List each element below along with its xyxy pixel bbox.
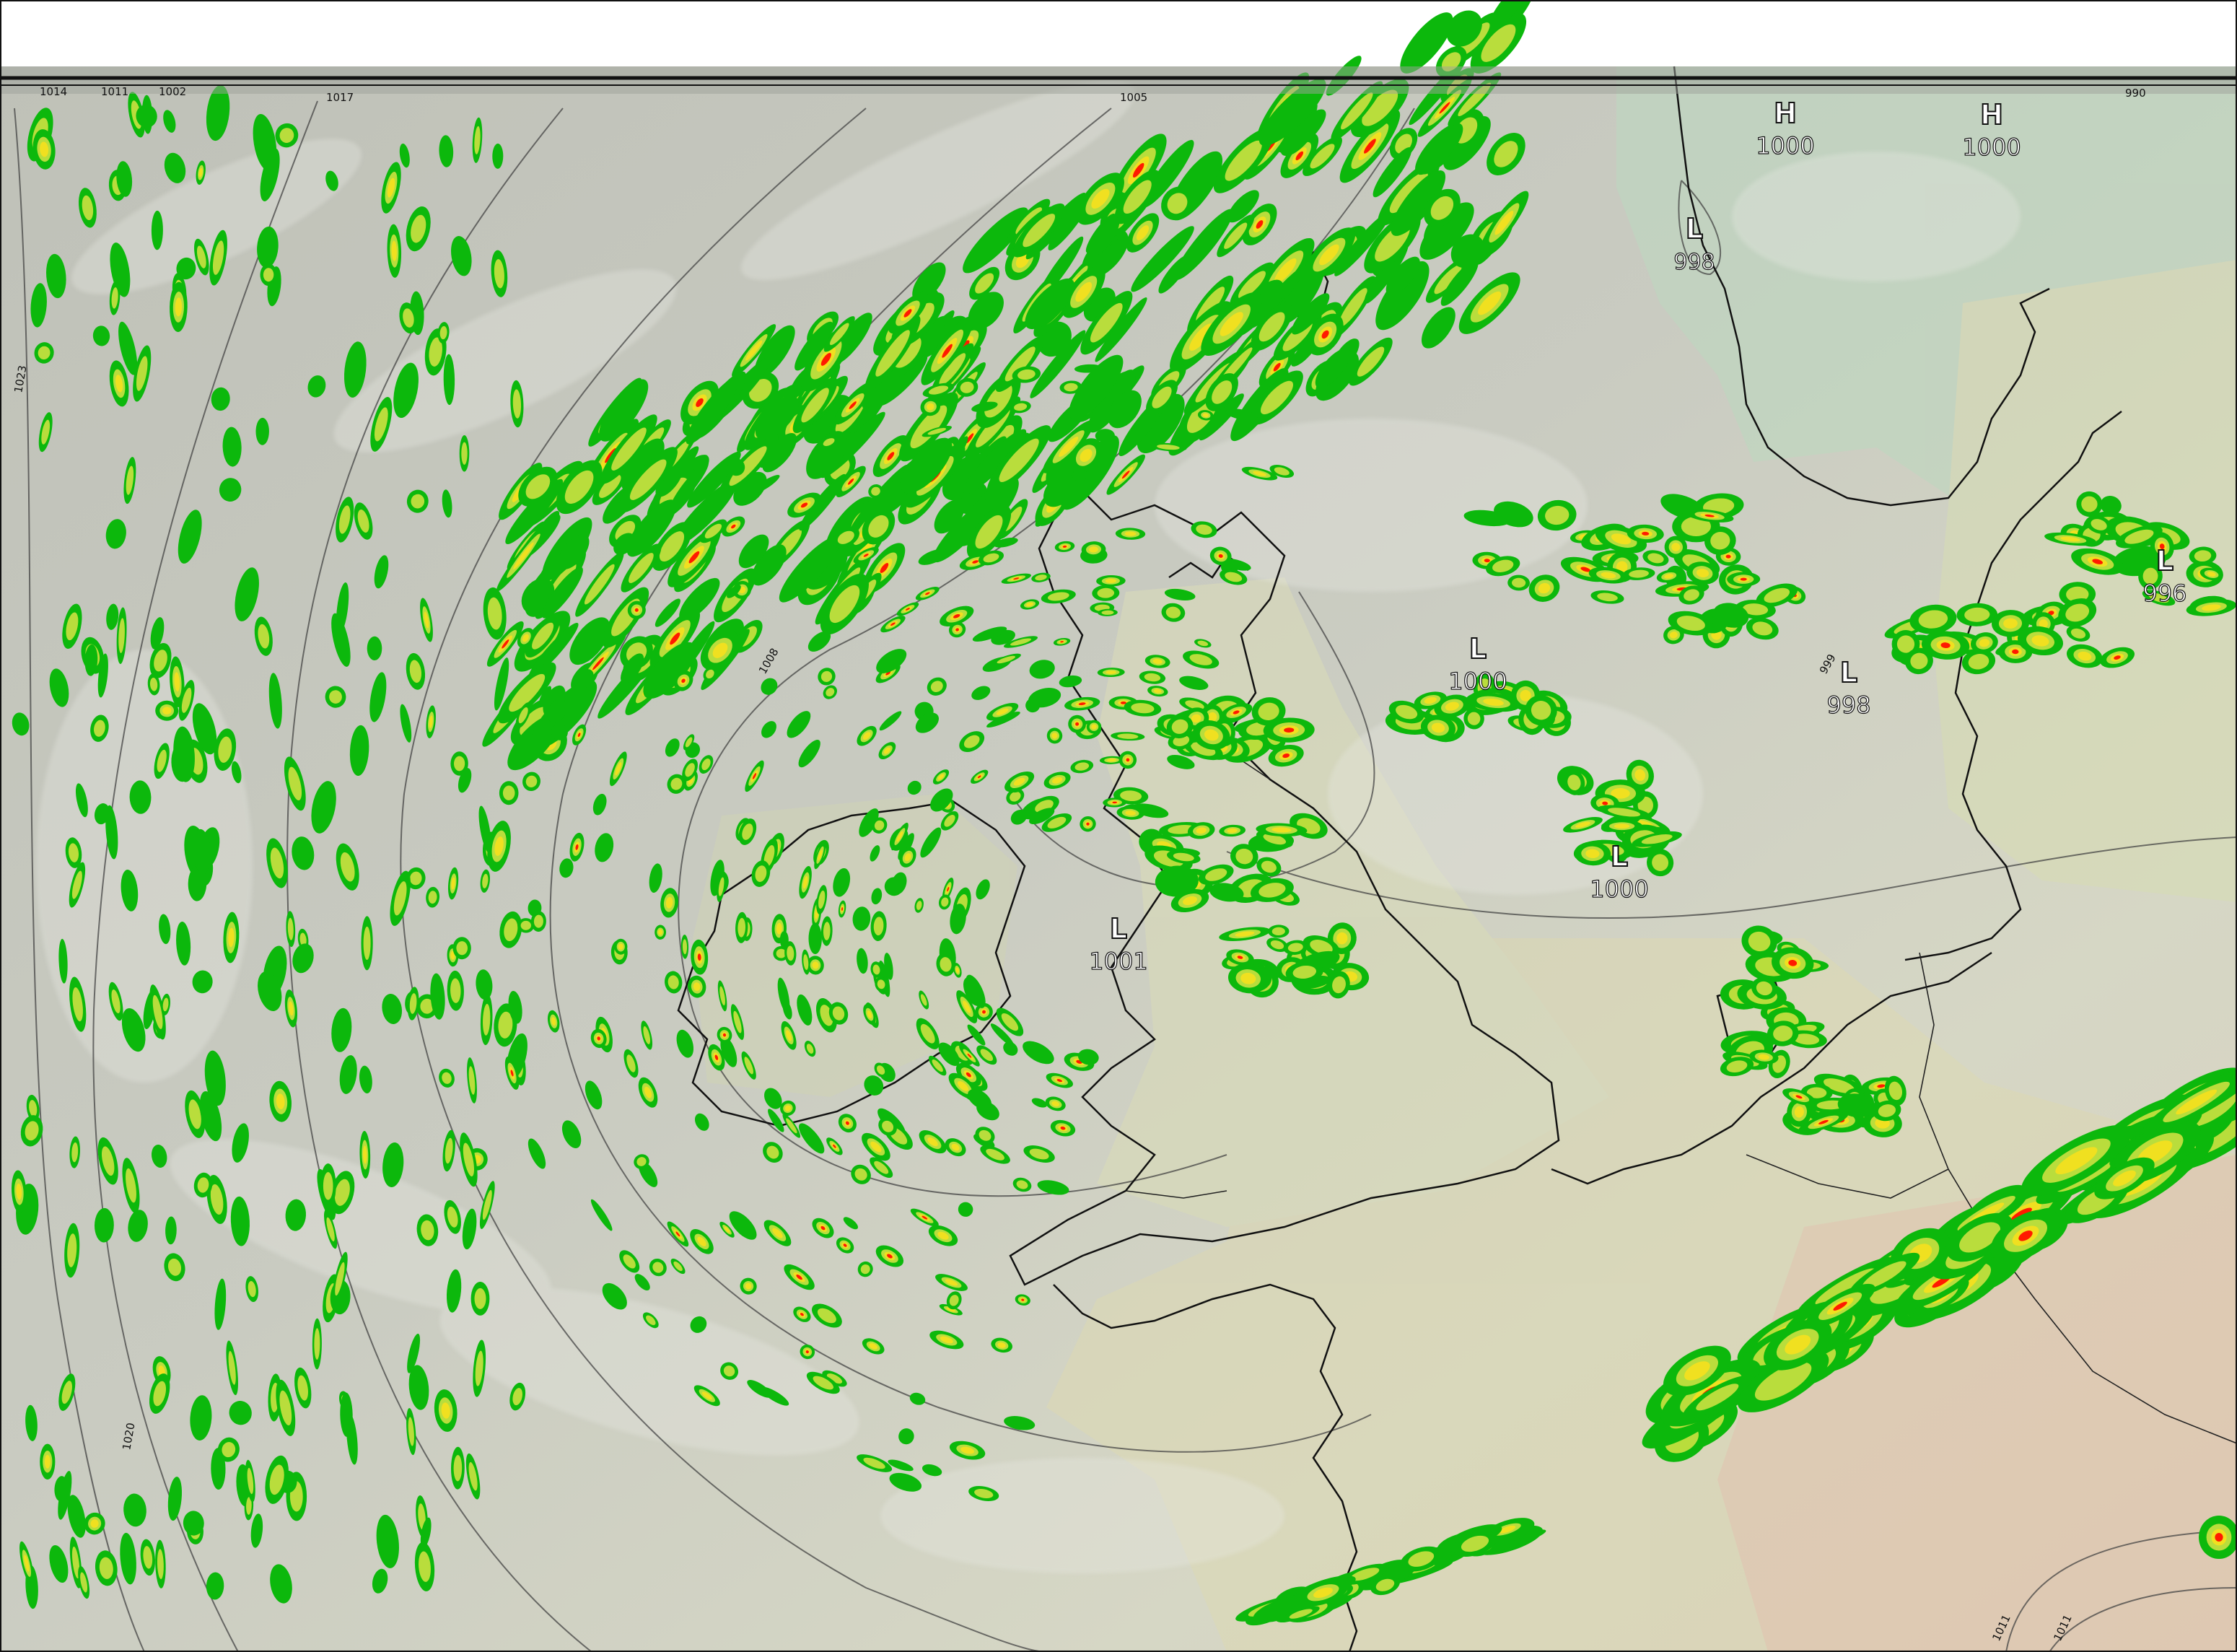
pressure-value: 1000 xyxy=(1590,875,1648,903)
precip-cell xyxy=(367,636,382,661)
top-strip-background xyxy=(0,66,2237,94)
precip-cell xyxy=(361,916,373,971)
weather-map: 1014 1011 1002 1017 1005 990 1023 1008 1… xyxy=(0,0,2237,1652)
top-strip-label-2: 1011 xyxy=(101,85,128,98)
precip-cell xyxy=(470,1282,490,1316)
precip-cell xyxy=(1601,819,1643,833)
precip-cell xyxy=(40,1443,56,1480)
pressure-symbol-h: H xyxy=(1980,99,2003,131)
precip-cell xyxy=(320,1163,336,1209)
pressure-symbol-l: L xyxy=(1611,841,1628,873)
pressure-symbol-l: L xyxy=(1110,913,1127,945)
pressure-value: 1000 xyxy=(1448,668,1507,695)
pressure-value: 996 xyxy=(2142,580,2186,607)
pressure-symbol-l: L xyxy=(1469,633,1487,665)
top-strip-label-5: 1005 xyxy=(1120,91,1147,104)
weather-map-frame: 1014 1011 1002 1017 1005 990 1023 1008 1… xyxy=(0,0,2237,1652)
pressure-value: 1000 xyxy=(1962,134,2021,161)
pressure-value: 998 xyxy=(1673,250,1715,275)
top-strip-label-6: 990 xyxy=(2125,87,2146,100)
top-strip-label-3: 1002 xyxy=(159,85,186,98)
pressure-value: 998 xyxy=(1826,691,1870,719)
pressure-symbol-l: L xyxy=(2156,545,2173,577)
pressure-symbol-l: L xyxy=(1686,213,1703,245)
top-strip-label-1: 1014 xyxy=(40,85,67,98)
pressure-symbol-h: H xyxy=(1774,97,1797,129)
top-white-band xyxy=(0,0,2237,66)
pressure-value: 1001 xyxy=(1089,948,1147,975)
pressure-symbol-l: L xyxy=(1840,657,1857,689)
top-strip-label-4: 1017 xyxy=(326,91,354,104)
precip-cell xyxy=(459,435,470,472)
pressure-value: 1000 xyxy=(1756,132,1814,159)
